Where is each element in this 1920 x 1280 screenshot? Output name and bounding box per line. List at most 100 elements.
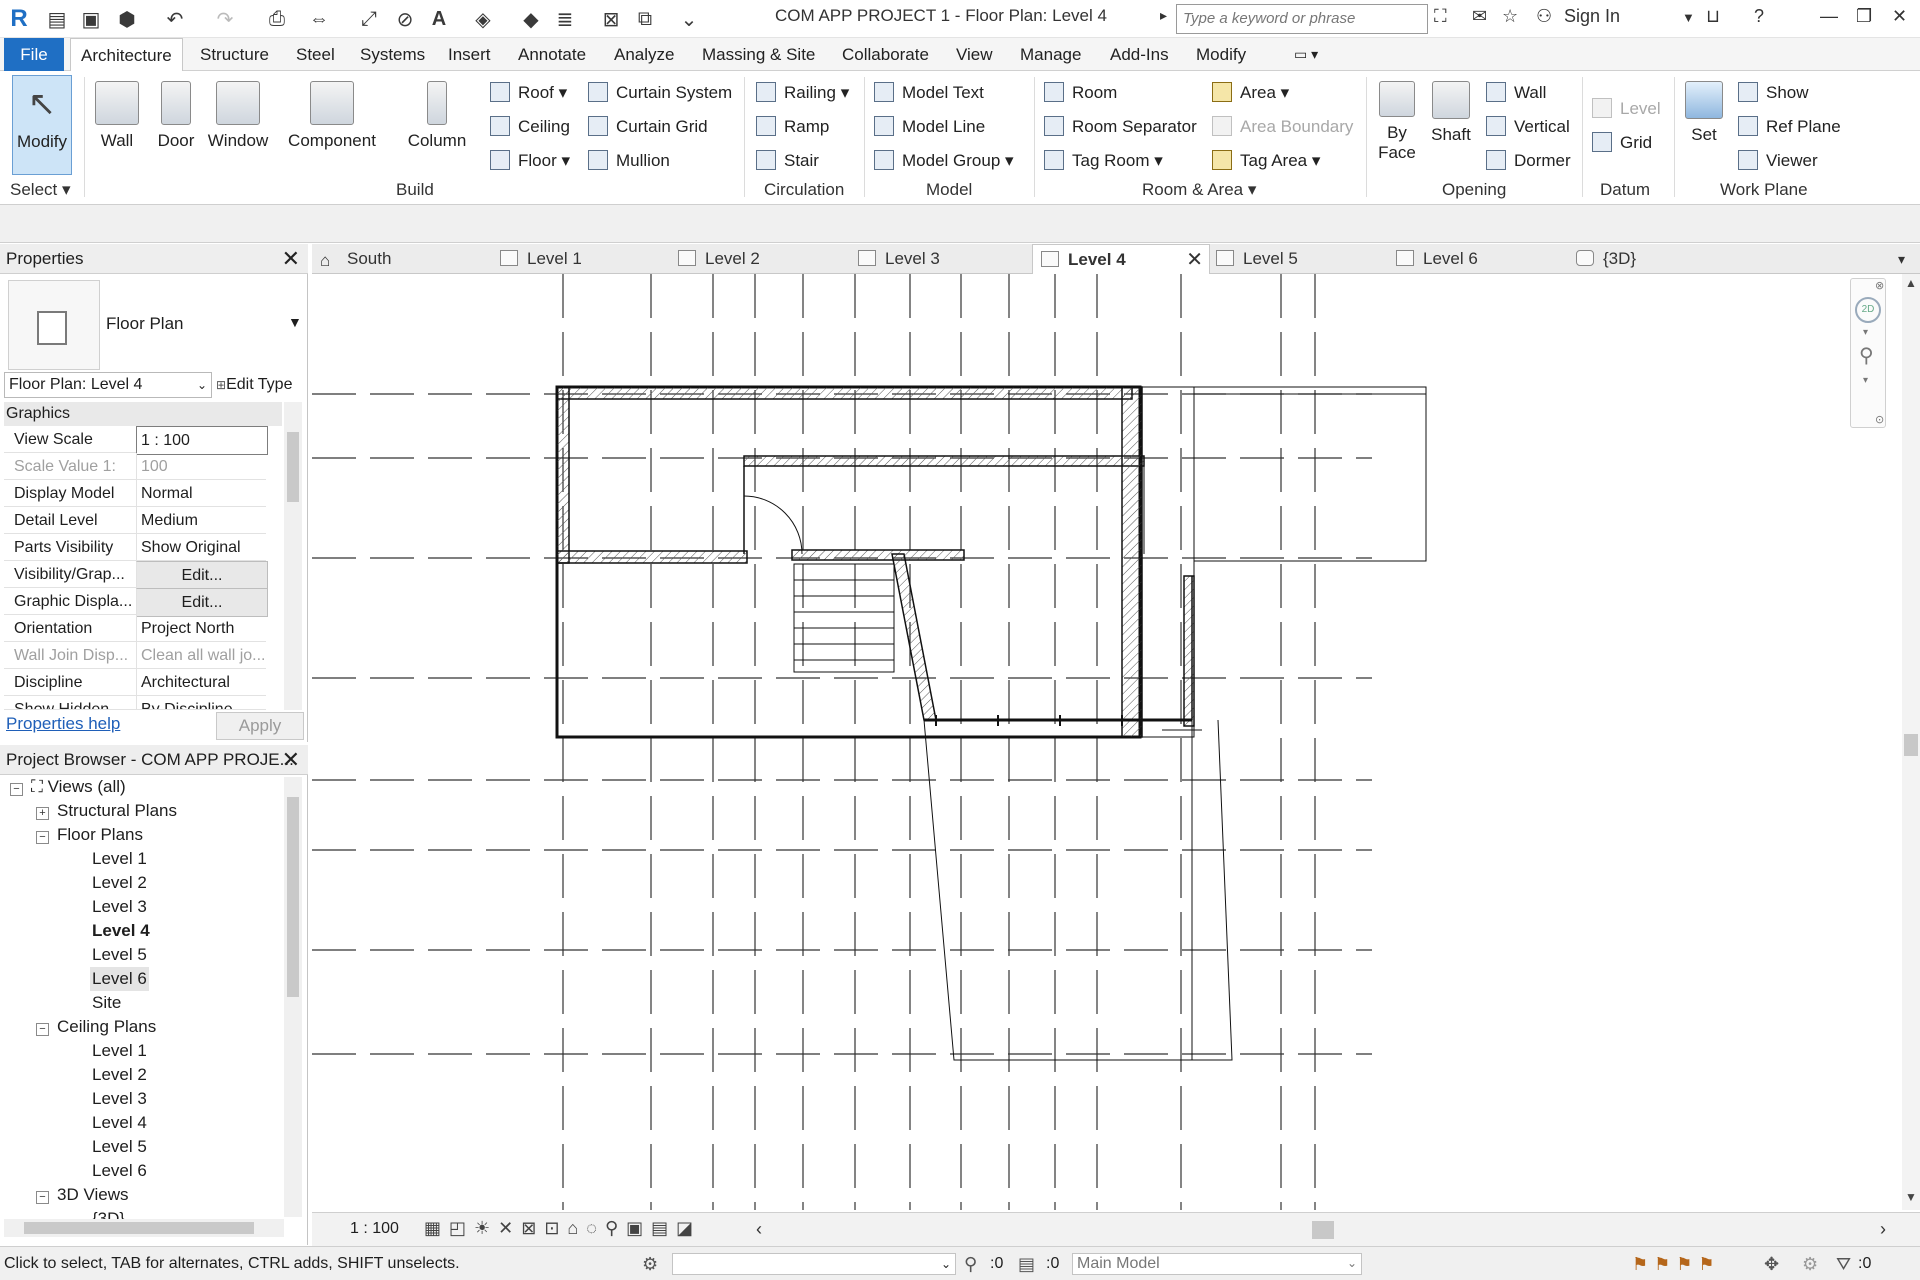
tab-file[interactable]: File — [4, 38, 64, 71]
room-button[interactable]: Room — [1044, 79, 1117, 107]
minimize-icon[interactable]: — — [1820, 6, 1838, 27]
roof-button[interactable]: Roof ▾ — [490, 79, 567, 107]
undo-icon[interactable]: ↶ — [162, 6, 188, 32]
ref-plane-button[interactable]: Ref Plane — [1738, 113, 1841, 141]
tree-floor-plans[interactable]: − Floor Plans — [36, 823, 143, 847]
tree-floor-plan-item[interactable]: Level 2 — [92, 871, 147, 895]
close-tab-icon[interactable]: ✕ — [1186, 245, 1203, 275]
tab-annotate[interactable]: Annotate — [508, 38, 596, 71]
wall-opening-button[interactable]: Wall — [1486, 79, 1546, 107]
filter-icon[interactable]: ⛛ — [1836, 1247, 1851, 1280]
redo-icon[interactable]: ↷ — [212, 6, 238, 32]
tree-floor-plan-item[interactable]: Level 6 — [90, 967, 149, 991]
editing-requests-icon[interactable]: ⚲ — [964, 1247, 977, 1280]
ribbon-display-toggle-icon[interactable]: ▭ ▾ — [1284, 38, 1328, 71]
search-input[interactable]: Type a keyword or phrase — [1176, 4, 1428, 34]
by-face-button[interactable]: By Face — [1374, 75, 1420, 175]
model-line-button[interactable]: Model Line — [874, 113, 985, 141]
close-icon[interactable]: ✕ — [282, 244, 300, 274]
dormer-button[interactable]: Dormer — [1486, 147, 1571, 175]
window-button[interactable]: Window — [206, 75, 270, 175]
tab-steel[interactable]: Steel — [286, 38, 345, 71]
wall-button[interactable]: Wall — [92, 75, 142, 175]
tab-collaborate[interactable]: Collaborate — [832, 38, 939, 71]
drag-elements-icon[interactable]: ✥ — [1764, 1247, 1779, 1280]
tree-3d-views[interactable]: −3D Views — [36, 1183, 129, 1207]
close-hidden-icon[interactable]: ⊠ — [598, 6, 624, 32]
level-button[interactable]: Level — [1592, 95, 1661, 123]
sign-in-dropdown-icon[interactable]: ▼ — [1682, 10, 1695, 25]
tab-analyze[interactable]: Analyze — [604, 38, 684, 71]
tree-ceiling-plan-item[interactable]: Level 6 — [92, 1159, 147, 1183]
type-selector-dropdown-icon[interactable]: ▼ — [288, 314, 302, 330]
vertical-opening-button[interactable]: Vertical — [1486, 113, 1570, 141]
stair-button[interactable]: Stair — [756, 147, 819, 175]
tree-floor-plan-item-active[interactable]: Level 4 — [92, 919, 150, 943]
room-separator-button[interactable]: Room Separator — [1044, 113, 1197, 141]
view-tab-level-6[interactable]: Level 6 — [1396, 244, 1478, 274]
thin-lines-icon[interactable]: ≣ — [552, 6, 578, 32]
work-plane-viewer-button[interactable]: Viewer — [1738, 147, 1818, 175]
qat-dropdown-icon[interactable]: ⌄ — [676, 6, 702, 32]
tree-ceiling-plans[interactable]: − Ceiling Plans — [36, 1015, 156, 1039]
restore-icon[interactable]: ❐ — [1856, 6, 1872, 27]
switch-windows-icon[interactable]: ⧉ — [632, 6, 658, 32]
component-button[interactable]: Component — [286, 75, 378, 175]
tab-structure[interactable]: Structure — [190, 38, 279, 71]
graphics-group-header[interactable]: Graphics — [4, 402, 282, 426]
text-icon[interactable]: A — [426, 6, 452, 32]
search-expand-icon[interactable]: ▸ — [1160, 7, 1167, 24]
print-icon[interactable]: ⎙ — [264, 6, 290, 32]
view-tab-south[interactable]: ⌂ South — [320, 244, 391, 274]
tree-floor-plan-item[interactable]: Site — [92, 991, 121, 1015]
tag-area-button[interactable]: Tag Area ▾ — [1212, 147, 1320, 175]
selection-filter-icons[interactable]: ⚑⚑⚑⚑ — [1632, 1247, 1721, 1280]
prop-view-scale[interactable]: View Scale 1 : 100 — [4, 426, 268, 455]
prop-detail-level[interactable]: Detail Level Medium — [4, 507, 266, 534]
apply-button[interactable]: Apply — [216, 712, 304, 740]
instance-filter-select[interactable]: Floor Plan: Level 4 ⌄ — [4, 372, 212, 398]
browser-hscrollbar[interactable] — [4, 1219, 284, 1237]
tree-structural-plans[interactable]: + Structural Plans — [36, 799, 177, 823]
cart-icon[interactable]: ⊔ — [1706, 6, 1720, 27]
view-tab-level-4[interactable]: Level 4 ✕ — [1032, 244, 1210, 275]
tree-ceiling-plan-item[interactable]: Level 3 — [92, 1087, 147, 1111]
tree-views-all[interactable]: − ⛶ Views (all) — [10, 775, 126, 799]
grid-button[interactable]: Grid — [1592, 129, 1652, 157]
help-icon[interactable]: ? — [1754, 6, 1764, 27]
curtain-grid-button[interactable]: Curtain Grid — [588, 113, 708, 141]
communication-icon[interactable]: ✉ — [1472, 6, 1487, 27]
tree-floor-plan-item[interactable]: Level 1 — [92, 847, 147, 871]
hscroll-left-icon[interactable]: ‹ — [756, 1219, 762, 1240]
prop-parts-visibility[interactable]: Parts Visibility Show Original — [4, 534, 266, 561]
prop-orientation[interactable]: Orientation Project North — [4, 615, 266, 642]
design-options-icon[interactable]: ▤ — [1018, 1247, 1035, 1280]
tree-ceiling-plan-item[interactable]: Level 1 — [92, 1039, 147, 1063]
area-boundary-button[interactable]: Area Boundary — [1212, 113, 1353, 141]
close-window-icon[interactable]: ✕ — [1892, 6, 1907, 27]
canvas-vscrollbar[interactable]: ▲ ▼ — [1902, 274, 1920, 1210]
tab-massing-site[interactable]: Massing & Site — [692, 38, 825, 71]
select-dropdown[interactable]: Select ▾ — [10, 180, 71, 200]
tab-modify[interactable]: Modify — [1186, 38, 1256, 71]
curtain-system-button[interactable]: Curtain System — [588, 79, 732, 107]
default-3d-icon[interactable]: ◈ — [470, 6, 496, 32]
show-work-plane-button[interactable]: Show — [1738, 79, 1809, 107]
properties-scrollbar[interactable] — [284, 402, 302, 710]
tag-icon[interactable]: ⊘ — [392, 6, 418, 32]
view-tab-level-5[interactable]: Level 5 — [1216, 244, 1298, 274]
tab-add-ins[interactable]: Add-Ins — [1100, 38, 1179, 71]
tab-manage[interactable]: Manage — [1010, 38, 1091, 71]
prop-graphic-display[interactable]: Graphic Displa... Edit... — [4, 588, 268, 617]
model-group-button[interactable]: Model Group ▾ — [874, 147, 1014, 175]
infocenter-icon[interactable]: ⛶ — [1434, 6, 1447, 27]
open-icon[interactable]: ▤ — [44, 6, 70, 32]
tab-list-dropdown-icon[interactable]: ▾ — [1898, 244, 1905, 274]
wheel-dropdown-icon[interactable]: ▾ — [1863, 327, 1868, 338]
nav-options-icon[interactable]: ⊙ — [1875, 413, 1884, 426]
close-icon[interactable]: ✕ — [282, 745, 300, 775]
door-button[interactable]: Door — [154, 75, 198, 175]
ramp-button[interactable]: Ramp — [756, 113, 829, 141]
dimension-icon[interactable]: ⤢ — [356, 6, 382, 32]
drawing-canvas[interactable]: ⊗ 2D ▾ ⚲ ▾ ⊙ — [312, 274, 1902, 1210]
